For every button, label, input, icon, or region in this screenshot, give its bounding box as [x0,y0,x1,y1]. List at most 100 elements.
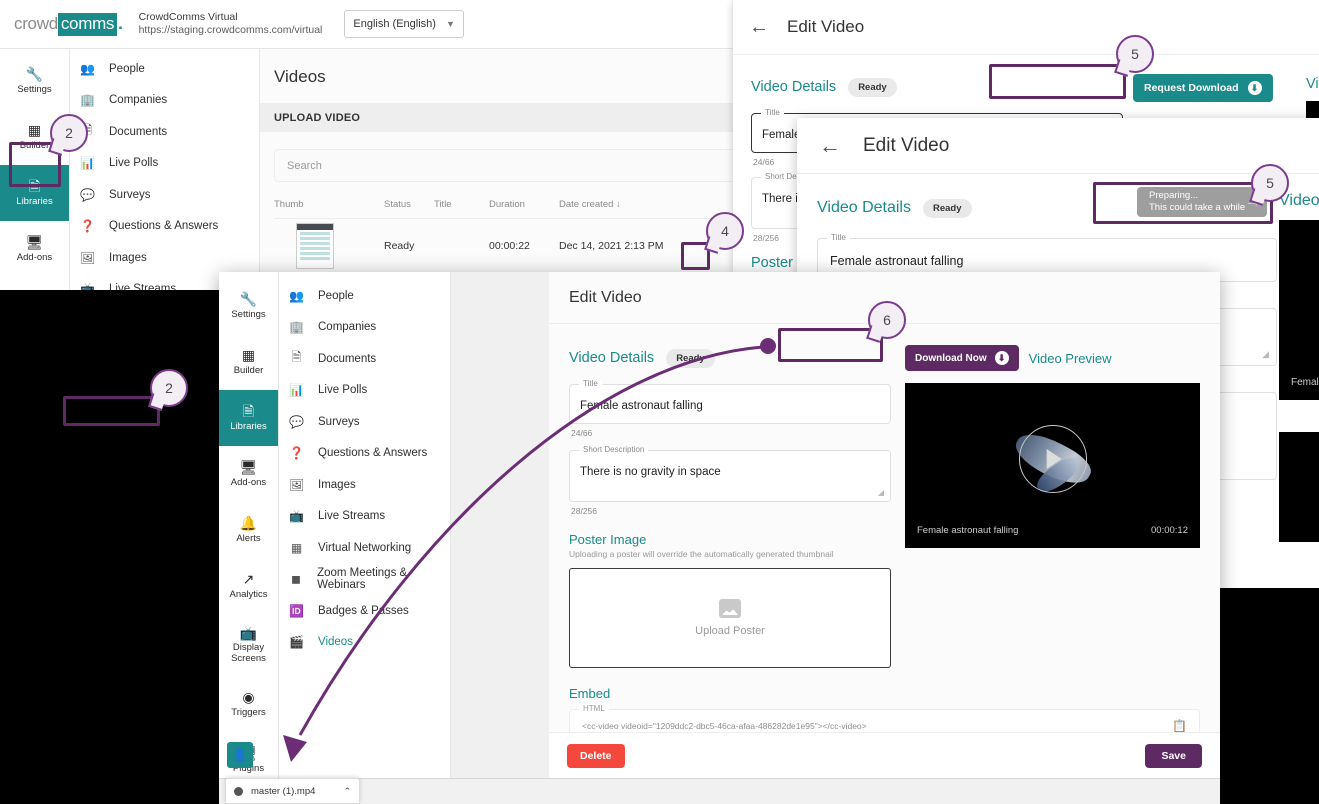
nav-item-label: Live Streams [318,510,386,523]
sidebar-item-analytics[interactable]: ↗ Analytics [219,558,278,614]
chevron-up-icon[interactable]: ⌃ [343,786,351,797]
nav-item-live-polls[interactable]: 📊 Live Polls [279,375,450,407]
sidebar-item-alerts[interactable]: 🔔 Alerts [0,277,69,290]
sidebar-item-settings[interactable]: 🔧 Settings [219,278,278,334]
nav-item-virtual-networking[interactable]: ▦ Virtual Networking [279,532,450,564]
nav-item-label: Documents [109,125,168,138]
image-icon: 🖼 [289,477,305,492]
delete-button[interactable]: Delete [567,743,625,768]
search-placeholder: Search [287,159,322,172]
nav-item-zoom[interactable]: ◼ Zoom Meetings & Webinars [279,564,450,596]
site-meta: CrowdComms Virtual https://staging.crowd… [139,11,323,38]
nav-item-images[interactable]: 🖼 Images [70,242,259,274]
nav-item-documents[interactable]: 🗎Documents [70,116,259,148]
play-icon[interactable] [1046,448,1062,469]
document-icon: 🗎 [291,350,302,365]
nav-item-label: Companies [109,94,168,107]
nav-item-live-polls[interactable]: 📊 Live Polls [70,148,259,180]
column-thumb: Thumb [274,199,304,210]
embed-field-label: HTML [579,704,609,713]
video-details-row: Video Details Ready [569,342,891,374]
sidebar-item-alerts[interactable]: 🔔 Alerts [219,502,278,558]
file-icon [234,786,243,796]
sidebar-item-libraries[interactable]: 🗎 Libraries [0,165,69,221]
chart-line-icon: ↗ [242,571,255,587]
description-field-value: There is no gravity in space [580,466,721,478]
column-title: Title [434,199,452,210]
download-now-button[interactable]: Download Now ⬇ [905,345,1019,371]
sidebar-item-label: Libraries [230,421,267,432]
video-details-heading: Video Details [751,79,837,95]
nav-item-live-streams[interactable]: 📺 Live Streams [279,501,450,533]
panel-header: ← Edit Video [733,0,1319,55]
nav-item-documents[interactable]: 🗎Documents [279,343,450,375]
nav-item-people[interactable]: 👥 People [279,280,450,312]
callout-number: 2 [65,125,73,141]
back-arrow-icon[interactable]: ← [819,133,841,159]
embed-code-value: <cc-video videoid="1209ddc2-dbc5-46ca-af… [582,721,867,731]
library-nav-column: 👥 People 🏢 Companies 🗎 Documents 📊 Live Poll… [279,272,451,778]
sidebar-item-builder[interactable]: ▦ Builder [219,334,278,390]
video-preview-box[interactable]: Femal [1279,220,1319,400]
nav-item-badges-passes[interactable]: 🆔 Badges & Passes [279,595,450,627]
site-url: https://staging.crowdcomms.com/virtual [138,24,323,36]
save-button[interactable]: Save [1145,743,1202,768]
download-item[interactable]: master (1).mp4 ⌃ [225,778,360,804]
back-arrow-icon[interactable]: ← [749,16,769,39]
sidebar-item-addons[interactable]: 🖥 Add-ons [219,446,278,502]
chevron-down-icon: ▼ [445,19,455,29]
copy-icon[interactable]: 📋 [1172,719,1187,733]
sidebar-item-label: Settings [17,84,52,95]
request-download-button[interactable]: Request Download ⬇ [1133,74,1273,102]
nav-item-surveys[interactable]: 💬 Surveys [70,179,259,211]
callout-number: 5 [1131,46,1139,62]
video-preview-caption: Femal [1291,377,1319,388]
nav-item-images[interactable]: 🖼 Images [279,469,450,501]
sidebar-item-settings[interactable]: 🔧 Settings [0,53,69,109]
sidebar-item-libraries[interactable]: 🗎 Libraries [219,390,278,446]
video-preview-duration: 00:00:12 [1151,525,1188,536]
sort-arrow-icon: ↓ [616,199,621,210]
callout-badge-5-request-download: 5 [1114,35,1154,77]
nav-item-companies[interactable]: 🏢 Companies [279,312,450,344]
upload-poster-dropzone[interactable]: Upload Poster [569,568,891,668]
download-now-label: Download Now [915,352,987,364]
sidebar-item-label: Builder [233,365,264,376]
video-preview-player[interactable]: Female astronaut falling 00:00:12 [905,383,1200,548]
nav-item-questions-answers[interactable]: ❓ Questions & Answers [279,438,450,470]
title-counter: 24/66 [571,428,593,438]
column-date-created[interactable]: Date created ↓ [559,199,729,210]
video-thumbnail [296,222,334,269]
download-file-name: master (1).mp4 [251,785,316,797]
video-preview-heading: Video Preview [1028,350,1112,366]
badge-icon: 🆔 [289,603,304,618]
building-icon: 🏢 [289,320,304,335]
column-status: Status [384,199,411,210]
user-account-button[interactable]: 👤 [227,742,253,768]
thumbnail-line [300,231,330,235]
short-description-field[interactable]: Short Description There is no gravity in… [569,445,891,502]
nav-item-questions-answers[interactable]: ❓ Questions & Answers [70,211,259,243]
sidebar-item-triggers[interactable]: ◉ Triggers [219,676,278,732]
resize-handle-icon[interactable]: ◢ [878,488,884,497]
title-field[interactable]: Title Female astronaut falling [569,379,891,424]
crowdcomms-logo[interactable]: crowd comms. [14,12,123,36]
nav-item-companies[interactable]: 🏢 Companies [70,85,259,117]
nav-item-videos[interactable]: 🎬 Videos [279,627,450,659]
sidebar-item-label: Settings [231,309,266,320]
panel-title: Edit Video [863,134,950,156]
language-select[interactable]: English (English) ▼ [344,10,464,38]
form-footer: Delete Save [549,732,1220,778]
callout-number: 2 [165,380,173,396]
title-field-label: Title [827,233,850,242]
nav-item-people[interactable]: 👥 People [70,53,259,85]
question-icon: ❓ [80,219,95,234]
cell-status: Ready [384,239,415,252]
resize-handle-icon[interactable]: ◢ [1262,349,1269,360]
library-icon: 🗎 [28,178,41,194]
nav-item-surveys[interactable]: 💬 Surveys [279,406,450,438]
language-value: English (English) [353,18,436,30]
sidebar-item-addons[interactable]: 🖥 Add-ons [0,221,69,277]
sidebar-item-display-screens[interactable]: 📺 Display Screens [219,614,278,676]
edit-video-form: Video Details Ready Title Female astrona… [549,324,1220,743]
